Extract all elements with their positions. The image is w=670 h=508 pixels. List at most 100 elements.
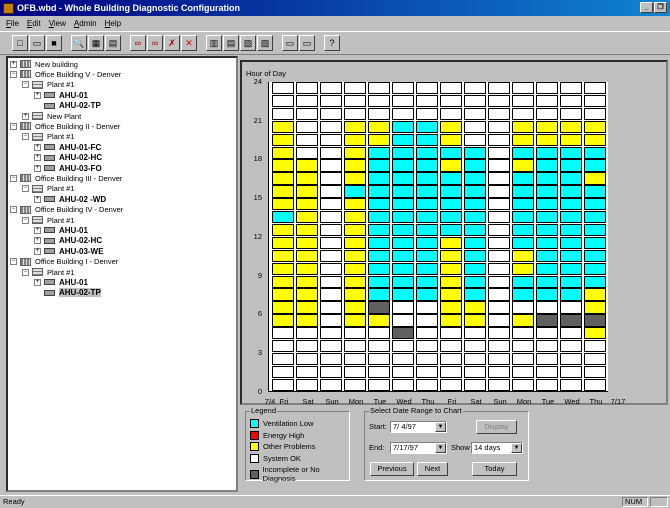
ahu-icon (44, 165, 55, 171)
properties-icon[interactable]: ▭ (282, 35, 298, 51)
end-label: End: (369, 443, 385, 452)
new-icon[interactable]: □ (12, 35, 28, 51)
collapse-icon[interactable]: − (10, 122, 17, 130)
tree-node[interactable]: + AHU-01 (34, 277, 88, 287)
menu-edit[interactable]: Edit (23, 19, 45, 28)
tree-node[interactable]: + AHU-03-FO (34, 163, 102, 173)
tree-node[interactable]: + AHU-02 -WD (34, 194, 106, 204)
tree-node[interactable]: − Office Building V - Denver (10, 69, 121, 79)
chart-cell (464, 82, 486, 95)
expand-icon[interactable]: + (34, 164, 41, 172)
help-icon[interactable]: ? (324, 35, 340, 51)
chart-cell (464, 301, 486, 314)
tree-node[interactable]: + AHU-02-HC (34, 236, 102, 246)
expand-icon[interactable]: + (34, 143, 41, 151)
collapse-icon[interactable]: − (10, 70, 17, 78)
tree-node[interactable]: − Plant #1 (22, 267, 75, 277)
menu-file[interactable]: File (2, 19, 23, 28)
chevron-down-icon[interactable]: ▼ (435, 422, 446, 432)
tree-node[interactable]: + AHU-01 (34, 225, 88, 235)
collapse-icon[interactable]: − (22, 216, 29, 224)
tree-node[interactable]: − Plant #1 (22, 215, 75, 225)
menu-help[interactable]: Help (101, 19, 125, 28)
delete-icon[interactable]: ✕ (181, 35, 197, 51)
chart-cell (296, 262, 318, 275)
tree-node[interactable]: + AHU-01 (34, 90, 88, 100)
tree-node[interactable]: − Plant #1 (22, 132, 75, 142)
tree-node[interactable]: − Office Building II - Denver (10, 121, 120, 131)
collapse-icon[interactable]: − (10, 174, 17, 182)
expand-icon[interactable]: + (34, 226, 41, 234)
tree-node[interactable]: + AHU-03-WE (34, 246, 103, 256)
start-date-select[interactable]: 7/ 4/97 ▼ (390, 421, 447, 433)
ahu-icon (44, 237, 55, 244)
chart-cell (440, 275, 462, 288)
chart-cell (296, 365, 318, 379)
collapse-icon[interactable]: − (22, 81, 29, 89)
chart-cell (440, 236, 462, 250)
tree-node[interactable]: − Plant #1 (22, 184, 75, 194)
menu-view[interactable]: View (45, 19, 70, 28)
tree-node[interactable]: AHU-02-TP (34, 288, 101, 298)
y-tick-label: 9 (257, 270, 262, 280)
tree-node[interactable]: − Office Building I - Denver (10, 257, 118, 267)
expand-icon[interactable]: + (34, 154, 41, 162)
tree-node[interactable]: AHU-02-TP (34, 101, 101, 111)
ahu-icon[interactable]: ▧ (240, 35, 256, 51)
chart-cell (416, 120, 438, 134)
tree-node[interactable]: + New Plant (22, 111, 81, 121)
tree-node[interactable]: + AHU-02-HC (34, 153, 102, 163)
menu-admin[interactable]: Admin (70, 19, 101, 28)
expand-icon[interactable]: + (22, 112, 29, 120)
restore-button[interactable]: ❐ (654, 2, 667, 13)
collapse-icon[interactable]: − (10, 258, 17, 266)
tree-node[interactable]: − Office Building IV - Denver (10, 205, 123, 215)
search-icon[interactable]: 🔍 (71, 35, 87, 51)
expand-icon[interactable]: + (34, 278, 41, 286)
collapse-icon[interactable]: − (22, 185, 29, 193)
chart-cell (296, 288, 318, 301)
today-button[interactable]: Today (472, 462, 517, 476)
report-icon[interactable]: ▭ (299, 35, 315, 51)
link-icon[interactable]: ∞ (130, 35, 146, 51)
chart-view-icon[interactable]: ▤ (105, 35, 121, 51)
expand-icon[interactable]: + (10, 60, 17, 68)
expand-icon[interactable]: + (34, 237, 41, 245)
plant-icon[interactable]: ▤ (223, 35, 239, 51)
collapse-icon[interactable]: − (22, 133, 29, 141)
building-tree[interactable]: + New building − Office Building V - Denver… (6, 56, 238, 492)
chevron-down-icon[interactable]: ▼ (511, 443, 522, 453)
expand-icon[interactable]: + (34, 195, 41, 203)
minimize-button[interactable]: _ (640, 2, 653, 13)
chart-cell (296, 301, 318, 314)
chart-cell (296, 82, 318, 95)
ahu-config-icon[interactable]: ▨ (257, 35, 273, 51)
save-icon[interactable]: ■ (46, 35, 62, 51)
tree-node[interactable]: + New building (10, 59, 78, 69)
legend-label: Incomplete or No Diagnosis (262, 465, 320, 483)
display-button[interactable]: Display (476, 420, 517, 434)
tree-node[interactable]: − Plant #1 (22, 80, 75, 90)
chart-cell (440, 133, 462, 146)
chart-cell (488, 120, 510, 134)
building-icon[interactable]: ▥ (206, 35, 222, 51)
chart-cell (440, 340, 462, 353)
chart-cell (320, 288, 342, 301)
link-remove-icon[interactable]: ✗ (164, 35, 180, 51)
collapse-icon[interactable]: − (22, 268, 29, 276)
chevron-down-icon[interactable]: ▼ (435, 443, 446, 453)
tree-node[interactable]: + AHU-01-FC (34, 142, 101, 152)
collapse-icon[interactable]: − (10, 206, 17, 214)
next-button[interactable]: Next (417, 462, 448, 476)
chart-cell (560, 107, 582, 121)
link-add-icon[interactable]: ∞ (147, 35, 163, 51)
previous-button[interactable]: Previous (370, 462, 414, 476)
tree-node[interactable]: − Office Building III - Denver (10, 173, 122, 183)
expand-icon[interactable]: + (34, 91, 41, 99)
open-icon[interactable]: ▭ (29, 35, 45, 51)
grid-view-icon[interactable]: ▦ (88, 35, 104, 51)
expand-icon[interactable]: + (34, 247, 41, 255)
end-date-select[interactable]: 7/17/97 ▼ (390, 442, 447, 454)
chart-cell (488, 314, 510, 327)
show-days-select[interactable]: 14 days ▼ (471, 442, 523, 454)
